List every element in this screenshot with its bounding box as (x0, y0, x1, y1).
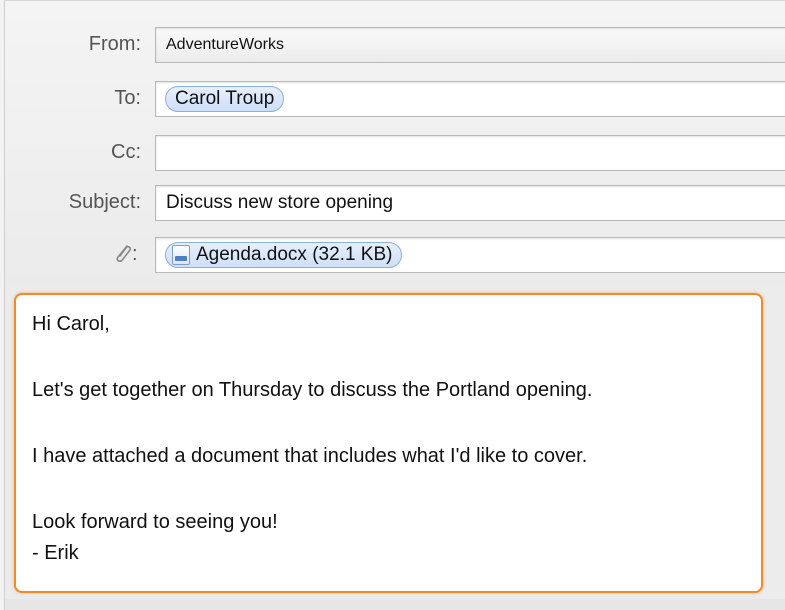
subject-value: Discuss new store opening (166, 192, 394, 213)
compose-header: From: AdventureWorks To: Carol Troup Cc:… (5, 1, 785, 286)
to-field[interactable]: Carol Troup (155, 81, 785, 117)
message-line-signature: - Erik (32, 542, 79, 564)
from-field[interactable]: AdventureWorks (155, 27, 785, 63)
message-line-greeting: Hi Carol, (32, 313, 110, 335)
message-line-2: I have attached a document that includes… (32, 445, 588, 467)
cc-label: Cc: (111, 141, 141, 163)
message-body[interactable]: Hi Carol, Let's get together on Thursday… (14, 293, 763, 593)
subject-field[interactable]: Discuss new store opening (155, 185, 785, 221)
from-value: AdventureWorks (166, 36, 284, 53)
from-row: From: AdventureWorks (5, 25, 785, 63)
message-line-3: Look forward to seeing you! (32, 511, 278, 533)
attachment-field[interactable]: Agenda.docx (32.1 KB) (155, 237, 785, 273)
from-label: From: (88, 33, 141, 55)
document-icon (172, 245, 190, 265)
cc-field[interactable] (155, 135, 785, 171)
subject-row: Subject: Discuss new store opening (5, 183, 785, 221)
attachment-token[interactable]: Agenda.docx (32.1 KB) (165, 242, 403, 268)
attachment-filename: Agenda.docx (32.1 KB) (196, 244, 393, 265)
window-bottom-edge (5, 599, 785, 610)
compose-window: From: AdventureWorks To: Carol Troup Cc:… (4, 0, 785, 610)
message-line-1: Let's get together on Thursday to discus… (32, 379, 593, 401)
recipient-token[interactable]: Carol Troup (165, 86, 285, 112)
to-label: To: (114, 87, 141, 109)
subject-label: Subject: (68, 191, 141, 213)
attachment-row: : Agenda.docx (32.1 KB) (5, 235, 785, 273)
attachment-colon: : (132, 243, 138, 265)
cc-row: Cc: (5, 133, 785, 171)
to-row: To: Carol Troup (5, 79, 785, 117)
